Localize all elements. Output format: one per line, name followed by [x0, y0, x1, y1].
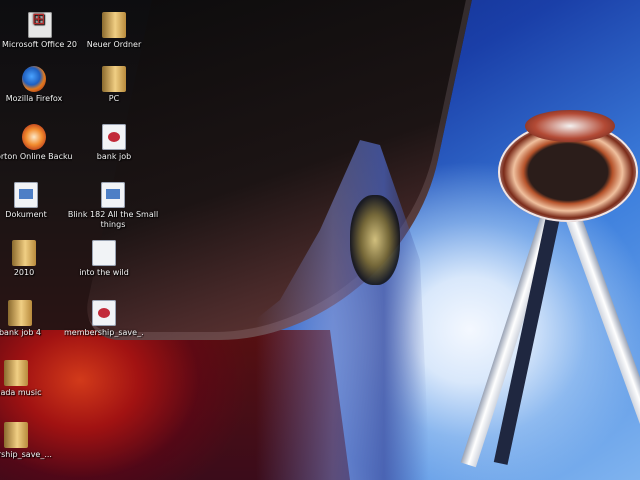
desktop-icon-label: into the wild	[79, 268, 129, 277]
desktop-icon-pc[interactable]: PC	[76, 66, 152, 104]
desktop-icon-label: bank job 4	[0, 328, 42, 337]
desktop-icon-label: Neuer Ordner	[86, 40, 142, 49]
document-icon	[92, 240, 116, 266]
firefox-document-icon	[92, 300, 116, 326]
folder-icon	[102, 66, 126, 92]
desktop-icon-label: bank job	[96, 152, 132, 161]
desktop-icon-membership-folder[interactable]: mbership_save_...	[0, 422, 54, 460]
desktop-icon-blink182[interactable]: Blink 182 All the Small things	[66, 182, 160, 230]
desktop-icon-label: PC	[108, 94, 120, 103]
wav-file-icon	[101, 182, 125, 208]
desktop-icon-bank-job[interactable]: bank job	[76, 124, 152, 162]
desktop-icon-label: membership_save_...	[64, 328, 144, 337]
desktop-icon-new-folder[interactable]: Neuer Ordner	[76, 12, 152, 50]
desktop-icon-label: Mozilla Firefox	[5, 94, 63, 103]
desktop-icon-firefox[interactable]: Mozilla Firefox	[0, 66, 72, 104]
folder-icon	[4, 360, 28, 386]
desktop-icon-label: anada music	[0, 388, 42, 397]
folder-icon	[12, 240, 36, 266]
folder-icon	[102, 12, 126, 38]
document-icon	[14, 182, 38, 208]
document-icon	[102, 124, 126, 150]
desktop-icon-label: mbership_save_...	[0, 450, 52, 459]
desktop-icon-membership-save[interactable]: membership_save_...	[64, 300, 144, 338]
backup-icon	[22, 124, 46, 150]
desktop-icon-bank-job-4[interactable]: bank job 4	[0, 300, 58, 338]
desktop-icon-label: Microsoft Office 2010 Tage-Testversio...	[2, 40, 78, 49]
desktop-icon-dokument[interactable]: Dokument	[0, 182, 64, 220]
desktop-icon-2010[interactable]: 2010	[0, 240, 62, 278]
office-icon	[28, 12, 52, 38]
folder-icon	[8, 300, 32, 326]
desktop-icon-office[interactable]: Microsoft Office 2010 Tage-Testversio...	[2, 12, 78, 50]
desktop-icon-label: orton Online Backup	[0, 152, 72, 161]
firefox-icon	[22, 66, 46, 92]
desktop-icon-label: Blink 182 All the Small things	[67, 210, 159, 229]
desktop-icon-label: 2010	[13, 268, 35, 277]
desktop-icon-online-backup[interactable]: orton Online Backup	[0, 124, 72, 162]
desktop-icon-area: Microsoft Office 2010 Tage-Testversio...…	[0, 0, 640, 480]
desktop-icon-canada-music[interactable]: anada music	[0, 360, 54, 398]
folder-icon	[4, 422, 28, 448]
desktop-icon-label: Dokument	[5, 210, 47, 219]
desktop-icon-into-the-wild[interactable]: into the wild	[66, 240, 142, 278]
